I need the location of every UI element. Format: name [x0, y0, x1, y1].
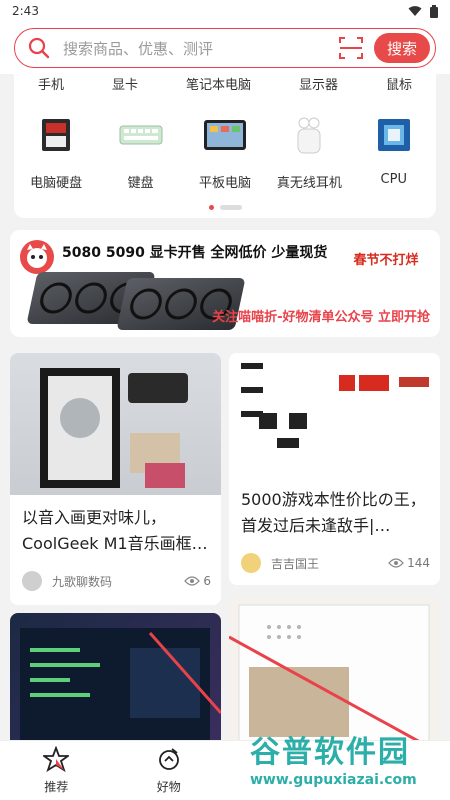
wifi-icon — [408, 6, 422, 16]
banner-title: 5080 5090 显卡开售 全网低价 少量现货 — [62, 245, 328, 261]
article-image — [10, 353, 221, 495]
tablet-icon — [202, 112, 248, 158]
article-image — [10, 613, 221, 753]
category-label: 键盘 — [127, 176, 154, 191]
category-keyboard[interactable]: 键盘 — [99, 112, 183, 191]
feed-card[interactable] — [229, 597, 440, 747]
banner-subtitle: 关注喵喵折-好物清单公众号 立即开抢 — [212, 310, 430, 325]
avatar — [22, 571, 42, 591]
hard-drive-icon — [33, 112, 79, 158]
search-icon — [28, 37, 50, 59]
scan-icon[interactable] — [338, 35, 364, 61]
category-phone[interactable]: 手机 — [38, 74, 64, 93]
category-monitor[interactable]: 显示器 — [299, 74, 338, 93]
search-header: 搜索商品、优惠、测评 搜索 — [0, 22, 450, 74]
card-meta: 吉吉国王 144 — [241, 553, 430, 573]
status-icons — [408, 4, 438, 18]
bottom-navigation: 推荐 好物 — [0, 740, 450, 800]
keyboard-icon — [118, 112, 164, 158]
feed-card[interactable] — [10, 613, 221, 753]
search-button[interactable]: 搜索 — [374, 33, 430, 63]
category-earbuds[interactable]: 真无线耳机 — [267, 112, 351, 191]
status-time: 2:43 — [12, 4, 39, 18]
view-count: 6 — [184, 574, 211, 588]
card-title: 5000游戏本性价比の王，首发过后未逢敌手|… — [241, 490, 426, 535]
cat-logo-icon — [20, 240, 54, 274]
nav-label: 好物 — [156, 780, 181, 794]
view-count-value: 6 — [203, 574, 211, 588]
eye-icon — [388, 558, 404, 568]
category-tablet[interactable]: 平板电脑 — [183, 112, 267, 191]
carousel-indicator — [14, 205, 436, 210]
banner-stamp: 春节不打烊 — [353, 252, 419, 268]
category-cpu[interactable]: CPU — [352, 112, 436, 191]
view-count: 144 — [388, 556, 430, 570]
nav-label: 推荐 — [44, 780, 69, 794]
avatar — [241, 553, 261, 573]
feed-card[interactable]: 以音入画更对味儿，CoolGeek M1音乐画框… 九歌聊数码 6 — [10, 353, 221, 605]
tag-icon — [158, 748, 179, 770]
category-label: 电脑硬盘 — [30, 176, 83, 191]
category-grid: 手机 显卡 笔记本电脑 显示器 鼠标 电脑硬盘 键盘 平板电脑 真无线耳机 CP… — [14, 70, 436, 218]
eye-icon — [184, 576, 201, 586]
category-row-top: 手机 显卡 笔记本电脑 显示器 鼠标 — [14, 74, 436, 93]
search-input[interactable]: 搜索商品、优惠、测评 — [63, 38, 338, 59]
card-title: 以音入画更对味儿，CoolGeek M1音乐画框… — [22, 508, 208, 553]
category-label: 平板电脑 — [198, 176, 251, 191]
promo-banner[interactable]: 5080 5090 显卡开售 全网低价 少量现货 春节不打烊 关注喵喵折-好物清… — [10, 230, 440, 337]
category-label: CPU — [380, 172, 407, 187]
category-gpu[interactable]: 显卡 — [112, 74, 138, 93]
status-bar: 2:43 — [0, 0, 450, 22]
category-mouse[interactable]: 鼠标 — [386, 74, 412, 93]
star-icon — [43, 746, 70, 772]
category-row-bottom: 电脑硬盘 键盘 平板电脑 真无线耳机 CPU — [14, 112, 436, 191]
category-laptop[interactable]: 笔记本电脑 — [186, 74, 251, 93]
article-image — [229, 353, 440, 471]
author-name: 吉吉国王 — [271, 556, 320, 571]
category-hard-drive[interactable]: 电脑硬盘 — [14, 112, 98, 191]
view-count-value: 144 — [407, 556, 430, 570]
article-image — [229, 597, 440, 747]
search-bar[interactable]: 搜索商品、优惠、测评 搜索 — [14, 28, 436, 68]
carousel-dot-active — [208, 205, 214, 210]
nav-recommend[interactable]: 推荐 — [11, 746, 101, 795]
carousel-dot — [219, 205, 242, 210]
feed-card[interactable]: 5000游戏本性价比の王，首发过后未逢敌手|… 吉吉国王 144 — [229, 353, 440, 585]
nav-goods[interactable]: 好物 — [124, 746, 214, 795]
cpu-icon — [371, 112, 417, 158]
battery-icon — [430, 4, 438, 18]
author-name: 九歌聊数码 — [52, 574, 113, 589]
card-meta: 九歌聊数码 6 — [22, 571, 211, 591]
earbuds-icon — [286, 112, 332, 158]
category-label: 真无线耳机 — [276, 176, 342, 191]
